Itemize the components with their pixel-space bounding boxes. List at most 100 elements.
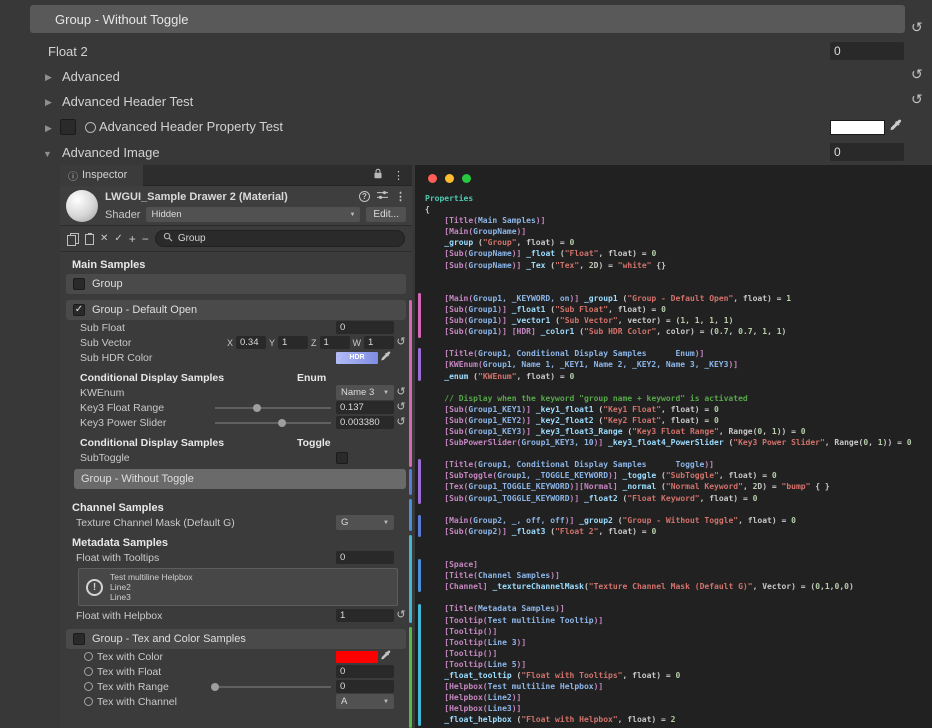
eyedropper-icon[interactable] (380, 650, 391, 664)
key3-float-range-slider[interactable] (215, 401, 331, 414)
section-label: Conditional Display Samples (80, 371, 297, 385)
code-line: [Sub(GroupName)] _Tex ("Tex", 2D) = "whi… (425, 260, 930, 271)
material-preview-sphere[interactable] (66, 190, 98, 222)
presets-icon[interactable] (377, 190, 388, 203)
hdr-color-swatch[interactable]: HDR (336, 352, 378, 364)
eyedropper-icon[interactable] (889, 119, 902, 137)
minimize-window-icon[interactable] (445, 174, 454, 183)
kebab-menu-icon[interactable]: ⋮ (395, 190, 406, 203)
revert-icon[interactable]: ↺ (911, 67, 923, 81)
float-with-tooltips-field[interactable]: 0 (336, 551, 394, 564)
section-metadata-samples: Metadata Samples (64, 536, 408, 550)
lock-icon[interactable] (373, 166, 383, 184)
vector-y-field[interactable]: 1 (278, 336, 308, 349)
collapse-all-icon[interactable]: ✕ (100, 234, 108, 244)
section-conditional-toggle: Conditional Display Samples Toggle (64, 436, 408, 450)
vector-x-field[interactable]: 0.34 (236, 336, 266, 349)
revert-icon[interactable]: ↺ (396, 337, 405, 348)
revert-icon[interactable]: ↺ (396, 387, 405, 398)
eyedropper-icon[interactable] (380, 351, 391, 365)
advanced-header-property-test-label[interactable]: Advanced Header Property Test (99, 119, 283, 134)
color-swatch-white[interactable] (830, 120, 885, 135)
slider-handle[interactable] (278, 419, 286, 427)
sub-float-field[interactable]: 0 (336, 321, 394, 334)
plus-icon[interactable]: + (129, 234, 136, 244)
advanced-image-label[interactable]: Advanced Image (62, 145, 160, 160)
channel-mask-dropdown[interactable]: G ▼ (336, 515, 394, 530)
tab-inspector[interactable]: ⓘ Inspector (60, 165, 143, 186)
shader-dropdown-value: Hidden (151, 209, 181, 220)
property-label: KWEnum (80, 387, 336, 399)
paste-icon[interactable] (85, 234, 94, 245)
foldout-open-icon[interactable]: ▼ (43, 150, 52, 159)
key3-power-slider-field[interactable]: 0.003380 (336, 416, 394, 429)
foldout-closed-icon[interactable]: ▶ (45, 73, 52, 82)
advanced-header-property-test-checkbox[interactable] (60, 119, 76, 135)
float-with-helpbox-field[interactable]: 1 (336, 609, 394, 622)
tex-channel-dropdown[interactable]: A ▼ (336, 694, 394, 709)
code-line: [Tooltip(Line 3)] (425, 637, 930, 648)
group-header-group[interactable]: Group (66, 274, 406, 294)
group-header-tex-and-color[interactable]: Group - Tex and Color Samples (66, 629, 406, 649)
property-row-tex-with-range: Tex with Range 0 (64, 679, 408, 694)
slider-handle[interactable] (253, 404, 261, 412)
foldout-closed-icon[interactable]: ▶ (45, 124, 52, 133)
revert-icon[interactable]: ↺ (911, 92, 923, 106)
tex-with-range-slider[interactable] (215, 680, 331, 693)
foldout-closed-icon[interactable]: ▶ (45, 98, 52, 107)
revert-icon[interactable]: ↺ (396, 417, 405, 428)
code-line: [Title(Metadata Samples)] (425, 603, 930, 614)
warning-icon: ! (86, 579, 103, 596)
slider-handle[interactable] (211, 683, 219, 691)
tex-with-float-field[interactable]: 0 (336, 665, 394, 678)
revert-icon[interactable]: ↺ (911, 20, 923, 34)
code-line: [Sub(Group2)] _float3 ("Float 2", float)… (425, 526, 930, 537)
float2-field[interactable]: 0 (830, 42, 904, 60)
kwenum-dropdown[interactable]: Name 3 ▼ (336, 385, 394, 400)
maximize-window-icon[interactable] (462, 174, 471, 183)
color-swatch-red[interactable] (336, 651, 378, 663)
property-label: Float with Tooltips (76, 552, 336, 564)
vector-w-field[interactable]: 1 (364, 336, 394, 349)
advanced-label[interactable]: Advanced (62, 69, 120, 84)
key3-float-range-field[interactable]: 0.137 (336, 401, 394, 414)
group-toggle-checkbox[interactable] (73, 278, 85, 290)
code-line: [Space] (425, 559, 930, 570)
help-icon[interactable]: ? (359, 191, 370, 202)
copy-icon[interactable] (67, 233, 79, 245)
shader-dropdown[interactable]: Hidden ▼ (146, 207, 360, 222)
tex-color-group-checkbox[interactable] (73, 633, 85, 645)
group-header-label: Group - Tex and Color Samples (92, 633, 246, 645)
dropdown-value: G (341, 517, 348, 528)
group-default-open-checkbox[interactable]: ✓ (73, 304, 85, 316)
advanced-header-test-label[interactable]: Advanced Header Test (62, 94, 193, 109)
key3-power-slider[interactable] (215, 416, 331, 429)
code-line: [Main(Group1, _KEYWORD, on)] _group1 ("G… (425, 293, 930, 304)
minus-icon[interactable]: − (142, 234, 149, 244)
hdr-swatch-label: HDR (349, 354, 364, 361)
advanced-image-field[interactable]: 0 (830, 143, 904, 161)
search-input[interactable]: Group (155, 230, 405, 247)
subtoggle-checkbox[interactable] (336, 452, 348, 464)
axis-w-label: W (353, 338, 362, 348)
helpbox-line: Line2 (110, 582, 193, 592)
selected-group-header-bar[interactable]: Group - Without Toggle (30, 5, 905, 33)
revert-icon[interactable]: ↺ (396, 402, 405, 413)
group-header-default-open[interactable]: ✓ Group - Default Open (66, 300, 406, 320)
edit-button[interactable]: Edit... (366, 207, 406, 222)
close-window-icon[interactable] (428, 174, 437, 183)
chevron-down-icon: ▼ (379, 390, 389, 396)
texture-ring-icon (84, 667, 93, 676)
tex-with-range-field[interactable]: 0 (336, 680, 394, 693)
section-link-strip-teal (418, 559, 421, 592)
code-line: [Sub(Group1_TOGGLE_KEYWORD)] _float2 ("F… (425, 493, 930, 504)
code-line: [Tex(Group1_TOGGLE_KEYWORD)][Normal] _no… (425, 481, 930, 492)
revert-icon[interactable]: ↺ (396, 610, 405, 621)
checkmark-icon[interactable]: ✓ (114, 234, 122, 244)
property-ring-icon (85, 122, 96, 133)
vector-z-field[interactable]: 1 (320, 336, 350, 349)
kebab-menu-icon[interactable]: ⋮ (393, 169, 404, 182)
group-header-without-toggle[interactable]: Group - Without Toggle (74, 469, 406, 489)
code-line: [Tooltip(Test multiline Tooltip)] (425, 615, 930, 626)
section-channel-samples: Channel Samples (64, 501, 408, 515)
